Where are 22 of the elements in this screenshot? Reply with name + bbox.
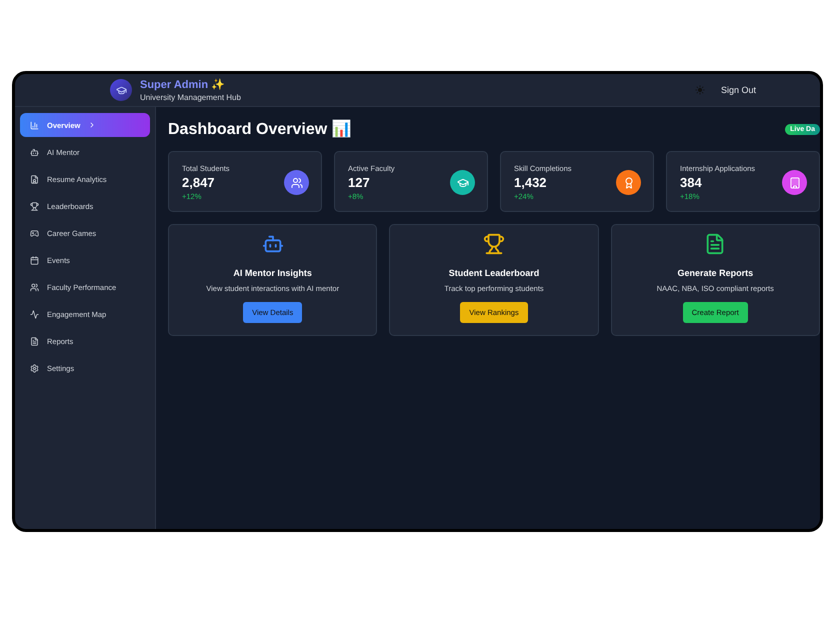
stat-value: 1,432 bbox=[514, 175, 548, 190]
settings-icon bbox=[30, 364, 39, 372]
feature-title: Generate Reports bbox=[678, 268, 754, 278]
stat-value: 2,847 bbox=[182, 175, 216, 190]
bar-chart-icon bbox=[30, 120, 39, 130]
gamepad-icon bbox=[30, 228, 39, 238]
stat-value: 384 bbox=[680, 175, 703, 190]
document-icon bbox=[30, 174, 39, 184]
calendar-icon bbox=[30, 256, 39, 264]
feature-title: AI Mentor Insights bbox=[233, 268, 312, 278]
pulse-icon bbox=[30, 310, 39, 318]
people-icon bbox=[30, 282, 39, 292]
page-title: Dashboard Overview 📊 bbox=[168, 119, 352, 139]
sign-out-button[interactable]: Sign Out bbox=[716, 83, 760, 97]
document-icon bbox=[30, 336, 39, 346]
feature-title: Student Leaderboard bbox=[448, 268, 540, 278]
avatar-icon bbox=[110, 79, 132, 101]
stat-value: 127 bbox=[348, 175, 371, 190]
trophy-icon bbox=[30, 202, 39, 210]
app-subtitle: University Management Hub bbox=[140, 93, 242, 102]
app-title: Super Admin ✨ bbox=[140, 78, 226, 91]
robot-icon bbox=[30, 148, 39, 156]
